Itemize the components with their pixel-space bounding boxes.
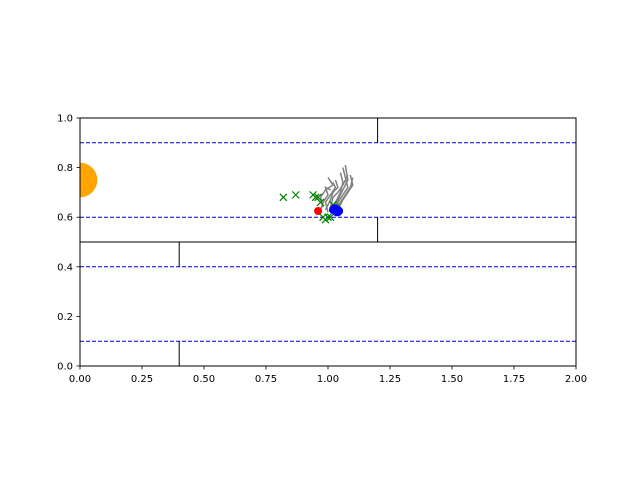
x-tick-label: 2.00 bbox=[565, 374, 587, 385]
x-tick-label: 0.00 bbox=[69, 374, 91, 385]
x-tick-label: 0.25 bbox=[131, 374, 153, 385]
figure-background bbox=[0, 0, 640, 480]
y-tick-label: 0.2 bbox=[57, 312, 73, 323]
x-tick-label: 0.50 bbox=[193, 374, 215, 385]
y-tick-label: 1.0 bbox=[57, 114, 73, 125]
x-tick-label: 1.50 bbox=[441, 374, 463, 385]
y-tick-label: 0.4 bbox=[57, 262, 73, 273]
y-tick-label: 0.6 bbox=[57, 213, 73, 224]
y-tick-label: 0.8 bbox=[57, 163, 73, 174]
figure: 0.00 0.25 0.50 0.75 1.00 1.25 1.50 1.75 2.00 0.0… bbox=[0, 0, 640, 480]
x-tick-label: 0.75 bbox=[255, 374, 277, 385]
x-tick-label: 1.00 bbox=[317, 374, 339, 385]
y-tick-label: 0.0 bbox=[57, 362, 73, 373]
red-marker bbox=[314, 207, 323, 215]
blue-marker bbox=[333, 208, 342, 217]
x-tick-label: 1.75 bbox=[503, 374, 525, 385]
x-tick-label: 1.25 bbox=[379, 374, 401, 385]
